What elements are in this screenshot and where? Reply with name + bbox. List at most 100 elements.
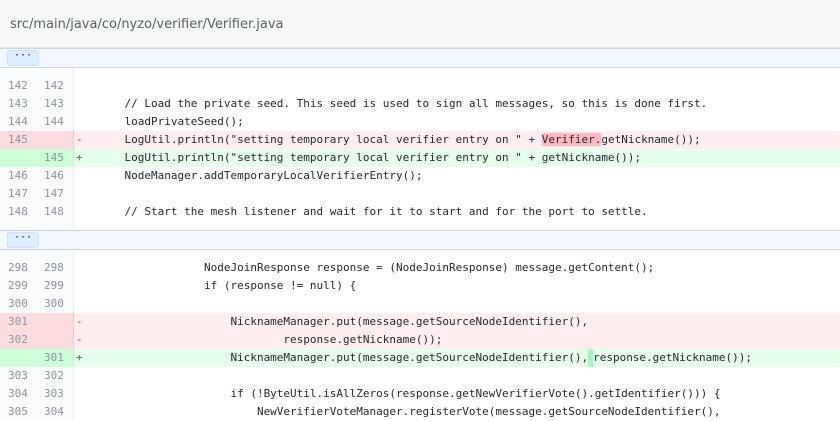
- code-text: getNickname());: [601, 133, 701, 146]
- diff-marker: [74, 113, 86, 131]
- old-line-number[interactable]: [0, 349, 38, 367]
- code-content: NewVerifierVoteManager.registerVote(mess…: [98, 405, 721, 418]
- old-line-number[interactable]: 144: [0, 113, 38, 131]
- diff-line-addition: 301 + NicknameManager.put(message.getSou…: [0, 349, 840, 367]
- diff-marker: [74, 367, 86, 385]
- code-content: [86, 77, 98, 95]
- diff-line: 298 298 NodeJoinResponse response = (Nod…: [0, 259, 840, 277]
- new-line-number[interactable]: [38, 313, 74, 331]
- code-content: // Start the mesh listener and wait for …: [98, 205, 648, 218]
- old-line-number[interactable]: 146: [0, 167, 38, 185]
- diff-line: 303 302: [0, 367, 840, 385]
- new-line-number[interactable]: 298: [38, 259, 74, 277]
- diff-marker: [74, 203, 86, 221]
- diff-line: 147 147: [0, 185, 840, 203]
- new-line-number[interactable]: 142: [38, 77, 74, 95]
- old-line-number[interactable]: 147: [0, 185, 38, 203]
- code-content: [86, 367, 98, 385]
- new-line-number[interactable]: 146: [38, 167, 74, 185]
- code-text: response.getNickname());: [593, 351, 753, 364]
- new-line-number[interactable]: 300: [38, 295, 74, 313]
- code-content: loadPrivateSeed();: [98, 115, 244, 128]
- diff-marker: -: [76, 315, 83, 328]
- new-line-number[interactable]: [38, 331, 74, 349]
- diff-marker: [74, 385, 86, 403]
- diff-marker: [74, 77, 86, 95]
- old-line-number[interactable]: 300: [0, 295, 38, 313]
- code-content: if (response != null) {: [98, 279, 357, 292]
- diff-marker: -: [76, 133, 83, 146]
- new-line-number[interactable]: 301: [38, 349, 74, 367]
- new-line-number[interactable]: 299: [38, 277, 74, 295]
- new-line-number[interactable]: 145: [38, 149, 74, 167]
- expand-up-button[interactable]: ···: [7, 50, 39, 66]
- diff-line: 148 148 // Start the mesh listener and w…: [0, 203, 840, 221]
- code-content: NodeManager.addTemporaryLocalVerifierEnt…: [98, 169, 423, 182]
- diff-line: 143 143 // Load the private seed. This s…: [0, 95, 840, 113]
- new-line-number[interactable]: 302: [38, 367, 74, 385]
- diff-line: 144 144 loadPrivateSeed();: [0, 113, 840, 131]
- diff-line-addition: 145 + LogUtil.println("setting temporary…: [0, 149, 840, 167]
- new-line-number[interactable]: 304: [38, 403, 74, 421]
- diff-line-deletion: 302 - response.getNickname());: [0, 331, 840, 349]
- diff-marker: [74, 185, 86, 203]
- hunk-spacer: [0, 250, 840, 259]
- old-line-number[interactable]: 304: [0, 385, 38, 403]
- code-content: NicknameManager.put(message.getSourceNod…: [98, 315, 589, 328]
- diff-marker: [74, 95, 86, 113]
- diff-marker: -: [76, 333, 83, 346]
- diff-line: 146 146 NodeManager.addTemporaryLocalVer…: [0, 167, 840, 185]
- hunk-header: ···: [0, 230, 840, 250]
- old-line-number[interactable]: 302: [0, 331, 38, 349]
- diff-line: 299 299 if (response != null) {: [0, 277, 840, 295]
- diff-marker: [74, 295, 86, 313]
- diff-marker: +: [76, 351, 83, 364]
- code-content: NodeJoinResponse response = (NodeJoinRes…: [98, 261, 655, 274]
- diff-line: 300 300: [0, 295, 840, 313]
- old-line-number[interactable]: 301: [0, 313, 38, 331]
- diff-line: 142 142: [0, 77, 840, 95]
- diff-marker: [74, 167, 86, 185]
- file-header: src/main/java/co/nyzo/verifier/Verifier.…: [0, 0, 840, 48]
- new-line-number[interactable]: [38, 131, 74, 149]
- old-line-number[interactable]: 148: [0, 203, 38, 221]
- code-text: LogUtil.println("setting temporary local…: [98, 133, 542, 146]
- diff-marker: [74, 259, 86, 277]
- old-line-number[interactable]: 145: [0, 131, 38, 149]
- new-line-number[interactable]: 143: [38, 95, 74, 113]
- code-content: LogUtil.println("setting temporary local…: [86, 131, 701, 149]
- old-line-number[interactable]: 298: [0, 259, 38, 277]
- code-content: LogUtil.println("setting temporary local…: [98, 151, 642, 164]
- hunk-spacer: [0, 68, 840, 77]
- diff-view: ··· 142 142 143 143 // Load the private …: [0, 48, 840, 421]
- code-text: NicknameManager.put(message.getSourceNod…: [98, 351, 589, 364]
- diff-line-deletion: 301 - NicknameManager.put(message.getSou…: [0, 313, 840, 331]
- hunk-header: ···: [0, 48, 840, 68]
- hunk-spacer: [0, 221, 840, 230]
- expand-button[interactable]: ···: [7, 232, 39, 248]
- code-content: [86, 295, 98, 313]
- code-content: [86, 185, 98, 203]
- old-line-number[interactable]: 303: [0, 367, 38, 385]
- old-line-number[interactable]: 299: [0, 277, 38, 295]
- old-line-number[interactable]: 143: [0, 95, 38, 113]
- new-line-number[interactable]: 148: [38, 203, 74, 221]
- code-content: response.getNickname());: [98, 333, 443, 346]
- code-content: // Load the private seed. This seed is u…: [98, 97, 708, 110]
- removed-word-highlight: Verifier.: [541, 133, 602, 146]
- new-line-number[interactable]: 303: [38, 385, 74, 403]
- code-content: NicknameManager.put(message.getSourceNod…: [86, 349, 752, 367]
- code-content: if (!ByteUtil.isAllZeros(response.getNew…: [98, 387, 721, 400]
- diff-line: 304 303 if (!ByteUtil.isAllZeros(respons…: [0, 385, 840, 403]
- file-path[interactable]: src/main/java/co/nyzo/verifier/Verifier.…: [10, 17, 284, 32]
- diff-marker: [74, 403, 86, 421]
- new-line-number[interactable]: 144: [38, 113, 74, 131]
- old-line-number[interactable]: 305: [0, 403, 38, 421]
- diff-marker: +: [76, 151, 83, 164]
- old-line-number[interactable]: [0, 149, 38, 167]
- diff-line-deletion: 145 - LogUtil.println("setting temporary…: [0, 131, 840, 149]
- old-line-number[interactable]: 142: [0, 77, 38, 95]
- diff-marker: [74, 277, 86, 295]
- diff-line: 305 304 NewVerifierVoteManager.registerV…: [0, 403, 840, 421]
- new-line-number[interactable]: 147: [38, 185, 74, 203]
